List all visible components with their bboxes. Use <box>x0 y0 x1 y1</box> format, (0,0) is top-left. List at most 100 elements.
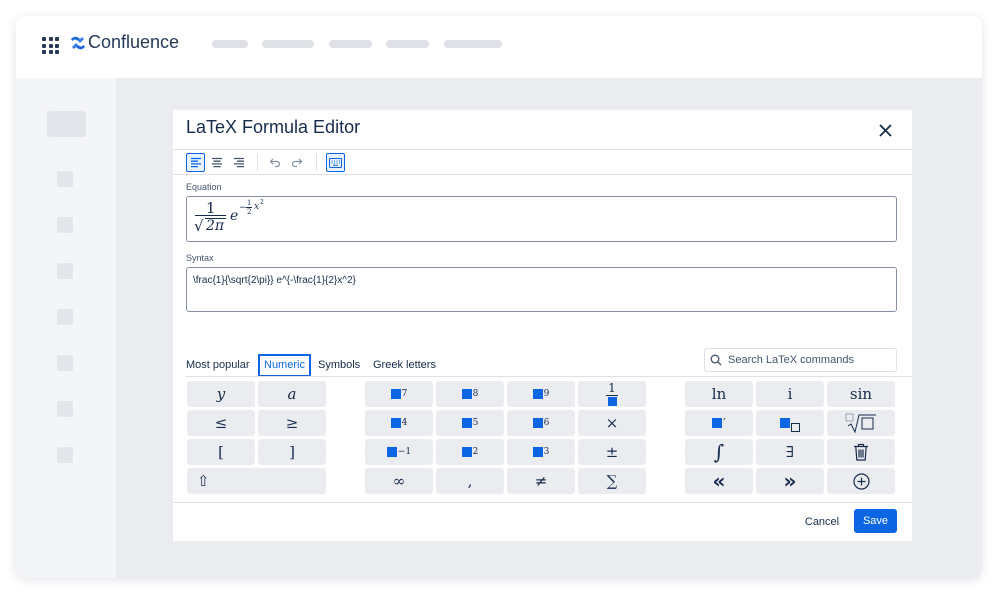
syntax-input[interactable]: \frac{1}{\sqrt{2\pi}} e^{-\frac{1}{2}x^2… <box>186 267 897 312</box>
key-plus-minus[interactable]: ± <box>578 439 646 465</box>
subscript-box <box>791 422 800 432</box>
delete-key[interactable] <box>827 439 895 465</box>
key-infinity[interactable]: ∞ <box>365 468 433 494</box>
key-y[interactable]: y <box>187 381 255 407</box>
search-placeholder: Search LaTeX commands <box>728 354 854 366</box>
key-not-equal[interactable]: ≠ <box>507 468 575 494</box>
sidebar-item-placeholder[interactable] <box>57 401 73 417</box>
key-ln[interactable]: ln <box>685 381 753 407</box>
key-power-6[interactable]: 6 <box>507 410 575 436</box>
tab-symbols[interactable]: Symbols <box>318 354 360 377</box>
key-power-minus-1[interactable]: −1 <box>365 439 433 465</box>
nav-item-placeholder[interactable] <box>212 40 248 48</box>
key-right-bracket[interactable]: ] <box>258 439 326 465</box>
confluence-logo-icon <box>71 36 85 50</box>
placeholder-box <box>461 418 472 428</box>
exponent-variable: x <box>254 202 260 212</box>
key-sin[interactable]: sin <box>827 381 895 407</box>
sidebar-item-placeholder[interactable] <box>57 355 73 371</box>
key-power-9[interactable]: 9 <box>507 381 575 407</box>
nav-item-placeholder[interactable] <box>444 40 502 48</box>
key-superscript: 4 <box>401 418 408 428</box>
shift-key[interactable]: ⇧ <box>187 468 326 494</box>
nav-item-placeholder[interactable] <box>386 40 429 48</box>
key-label: ∃ <box>785 443 795 461</box>
fraction-bar <box>606 394 618 396</box>
sidebar-item-placeholder[interactable] <box>57 447 73 463</box>
sidebar-item-placeholder[interactable] <box>57 263 73 279</box>
app-switcher-icon[interactable] <box>42 37 59 54</box>
equation-preview[interactable]: 1 √ 2π e − 1 2 x 2 <box>186 196 897 242</box>
placeholder-box <box>532 418 543 428</box>
tab-most-popular[interactable]: Most popular <box>186 354 250 377</box>
move-right-key[interactable]: » <box>756 468 824 494</box>
move-left-key[interactable]: « <box>685 468 753 494</box>
placeholder-box <box>390 389 401 399</box>
key-a[interactable]: a <box>258 381 326 407</box>
add-key[interactable] <box>827 468 895 494</box>
key-less-equal[interactable]: ≤ <box>187 410 255 436</box>
key-superscript: −1 <box>397 447 412 457</box>
key-integral[interactable]: ∫ <box>685 439 753 465</box>
key-label: ∫ <box>713 440 725 464</box>
key-fraction-numerator: 1 <box>608 380 616 395</box>
undo-button[interactable] <box>265 153 284 172</box>
key-label: ≤ <box>214 414 228 432</box>
save-button[interactable]: Save <box>854 509 897 533</box>
key-label: ln <box>711 385 727 403</box>
sidebar-header-placeholder[interactable] <box>47 111 86 137</box>
syntax-label: Syntax <box>186 253 214 263</box>
key-label: sin <box>849 385 873 403</box>
key-power-5[interactable]: 5 <box>436 410 504 436</box>
fraction-bar <box>195 215 226 216</box>
nav-item-placeholder[interactable] <box>329 40 372 48</box>
key-subscript[interactable] <box>756 410 824 436</box>
key-comma[interactable]: , <box>436 468 504 494</box>
key-reciprocal-fraction[interactable]: 1 <box>578 381 646 407</box>
key-sum[interactable]: ∑ <box>578 468 646 494</box>
placeholder-box <box>780 418 790 428</box>
sidebar <box>16 78 116 578</box>
sidebar-item-placeholder[interactable] <box>57 171 73 187</box>
align-right-button[interactable] <box>229 153 248 172</box>
key-left-bracket[interactable]: [ <box>187 439 255 465</box>
placeholder-box <box>461 389 472 399</box>
key-power-3[interactable]: 3 <box>507 439 575 465</box>
placeholder-box <box>386 447 397 457</box>
keyboard-icon <box>329 157 342 168</box>
exponent-minus: − <box>239 203 247 213</box>
close-button[interactable] <box>873 118 897 142</box>
key-superscript: ′ <box>723 416 726 430</box>
key-power-4[interactable]: 4 <box>365 410 433 436</box>
sqrt-sign: √ <box>194 217 204 235</box>
sidebar-item-placeholder[interactable] <box>57 217 73 233</box>
align-center-icon <box>211 157 222 168</box>
tab-greek-letters[interactable]: Greek letters <box>373 354 436 377</box>
app-name: Confluence <box>88 32 180 52</box>
key-prime[interactable]: ′ <box>685 410 753 436</box>
close-icon <box>878 123 892 137</box>
key-power-8[interactable]: 8 <box>436 381 504 407</box>
undo-icon <box>269 158 280 168</box>
key-greater-equal[interactable]: ≥ <box>258 410 326 436</box>
redo-button[interactable] <box>287 153 306 172</box>
key-superscript: 9 <box>543 389 550 399</box>
key-nth-root[interactable] <box>827 410 895 436</box>
key-power-2[interactable]: 2 <box>436 439 504 465</box>
key-power-7[interactable]: 7 <box>365 381 433 407</box>
key-label: ∑ <box>606 472 618 490</box>
redo-icon <box>291 158 302 168</box>
latex-search-input[interactable]: Search LaTeX commands <box>704 348 897 372</box>
cancel-button[interactable]: Cancel <box>797 510 847 534</box>
nth-root-icon <box>845 413 876 433</box>
align-left-button[interactable] <box>186 153 205 172</box>
key-imaginary-i[interactable]: i <box>756 381 824 407</box>
sidebar-item-placeholder[interactable] <box>57 309 73 325</box>
tab-numeric[interactable]: Numeric <box>258 354 311 377</box>
align-center-button[interactable] <box>207 153 226 172</box>
virtual-keyboard-button[interactable] <box>326 153 345 172</box>
key-exists[interactable]: ∃ <box>756 439 824 465</box>
key-times[interactable]: × <box>578 410 646 436</box>
nav-item-placeholder[interactable] <box>262 40 314 48</box>
trash-icon <box>854 443 868 461</box>
